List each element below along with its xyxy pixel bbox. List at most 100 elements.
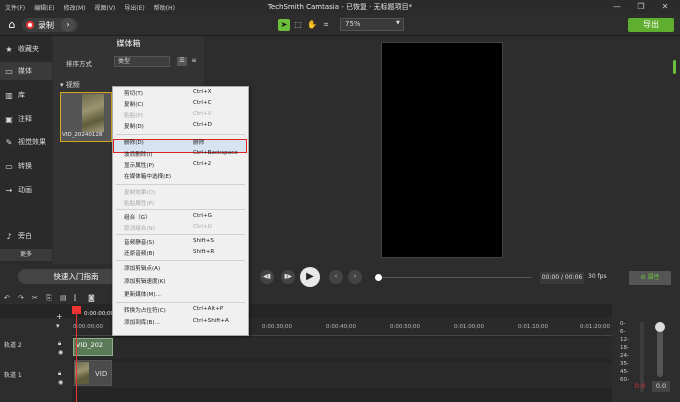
context-menu-item[interactable]: 删除(D) 删除 [112, 138, 249, 149]
context-menu-item[interactable]: 添加到库(B)... Ctrl+Shift+A [112, 318, 249, 329]
track-2[interactable] [72, 337, 612, 359]
snapshot-icon[interactable]: ◙ [88, 294, 95, 302]
preview-canvas[interactable] [381, 42, 503, 258]
scrollbar[interactable] [673, 60, 676, 74]
more-tab[interactable]: 更多 [0, 249, 52, 261]
eye-icon[interactable]: ◉ [58, 349, 63, 356]
menu-item-shortcut: Ctrl+U [193, 224, 212, 230]
home-icon[interactable]: ⌂ [4, 17, 20, 33]
crop-tool-icon[interactable]: ⌗ [320, 19, 332, 31]
paste-icon[interactable]: ▤ [60, 294, 67, 302]
thumbnail-image [82, 94, 104, 132]
menu-item-label: 取消组合(N) [124, 226, 155, 232]
lock-icon[interactable]: 🔒︎ [58, 340, 61, 348]
lock-icon[interactable]: 🔒︎ [58, 370, 61, 378]
context-menu-item[interactable]: 转换为占位符(C) Ctrl+Alt+P [112, 306, 249, 317]
meter-label: 6- [620, 329, 626, 335]
menu-item-label: 复制(D) [124, 124, 144, 130]
previous-icon[interactable]: ‹ [329, 270, 343, 284]
menu-item-label: 显示属性(P) [124, 163, 155, 169]
context-menu-item[interactable]: 显示属性(P) Ctrl+2 [112, 161, 249, 172]
list-view-icon[interactable]: ≡ [189, 57, 199, 66]
context-menu-item[interactable]: 添加剪辑速度(K) [112, 277, 249, 288]
context-menu-item[interactable]: 组合（G） Ctrl+G [112, 213, 249, 224]
clip-thumbnail [75, 362, 89, 384]
eye-icon[interactable]: ◉ [58, 379, 63, 386]
menu-item-label: 删除(D) [124, 140, 144, 146]
zoom-select[interactable]: 75% [340, 18, 404, 31]
sort-label: 排序方式 [66, 60, 92, 68]
maximize-button[interactable]: ❐ [631, 1, 651, 13]
scrubber-track[interactable] [382, 277, 532, 278]
track-1[interactable] [72, 362, 612, 388]
context-menu-item[interactable]: 添加剪辑点(A) [112, 264, 249, 275]
fps-readout: 30 fps [588, 273, 607, 280]
menu-modify[interactable]: 修改(M) [64, 3, 86, 12]
hand-tool-icon[interactable]: ✋ [306, 19, 318, 31]
context-menu-item[interactable]: 复制(D) Ctrl+D [112, 122, 249, 133]
menu-edit[interactable]: 编辑(E) [34, 3, 54, 12]
context-menu-item[interactable]: 剪切(T) Ctrl+X [112, 89, 249, 100]
menu-view[interactable]: 视图(V) [94, 3, 115, 12]
menu-item-shortcut: Ctrl+X [193, 89, 212, 95]
track-2-clip[interactable]: VID_202 [73, 338, 113, 356]
collapse-icon[interactable]: ▾ [56, 322, 60, 330]
sidebar-item-library[interactable]: ▥ 库 [0, 86, 52, 104]
sort-select[interactable]: 类型 [114, 56, 170, 67]
menu-item-shortcut: Shift+S [193, 238, 214, 244]
context-menu-item[interactable]: 在媒体箱中选择(E) [112, 172, 249, 183]
menu-help[interactable]: 帮助(H) [154, 3, 175, 12]
properties-button[interactable]: ⚙ 属性 [629, 271, 671, 285]
step-back-icon[interactable]: ◀▮ [260, 270, 274, 284]
sidebar-item-transitions[interactable]: ▭ 转换 [0, 157, 52, 175]
sidebar-item-favorites[interactable]: ★ 收藏夹 [0, 40, 52, 58]
export-button[interactable]: 导出 [628, 18, 674, 32]
menu-item-label: 添加到库(B)... [124, 320, 160, 326]
menu-item-shortcut: Ctrl+Shift+A [193, 318, 229, 324]
edit-nodes-icon[interactable]: ⬚ [292, 19, 304, 31]
add-track-icon[interactable]: + [56, 312, 63, 321]
sidebar-item-visual-effects[interactable]: ✎ 视觉效果 [0, 133, 52, 151]
next-icon[interactable]: › [348, 270, 362, 284]
redo-icon[interactable]: ↷ [18, 294, 24, 302]
menu-item-label: 波浪删除(I) [124, 152, 153, 158]
context-menu-item[interactable]: 更新媒体(M)... [112, 290, 249, 301]
sidebar-item-animations[interactable]: → 动画 [0, 181, 52, 199]
ruler-tick: 0:00:40;00 [326, 324, 357, 330]
videos-group-header[interactable]: ▾ 视频 [60, 80, 80, 90]
undo-icon[interactable]: ↶ [4, 294, 10, 302]
scrubber-handle[interactable] [375, 274, 382, 281]
chevron-right-icon[interactable]: › [61, 18, 75, 32]
cut-icon[interactable]: ✂ [32, 294, 38, 302]
close-button[interactable]: ✕ [655, 1, 675, 13]
menu-separator [116, 260, 245, 261]
playhead[interactable] [76, 306, 77, 402]
menu-export[interactable]: 导出(E) [124, 3, 144, 12]
playhead-time: 0:00:00;00 [84, 311, 115, 317]
copy-icon[interactable]: ⎘ [46, 294, 52, 303]
minimize-button[interactable]: — [607, 1, 627, 13]
step-forward-icon[interactable]: ▮▶ [281, 270, 295, 284]
thumbnail-view-icon[interactable]: ☰ [177, 57, 187, 66]
sidebar-item-media[interactable]: ▭ 媒体 [0, 62, 52, 80]
volume-readout[interactable]: 0.0 [652, 381, 670, 392]
context-menu-item[interactable]: 还原音频(B) Shift+R [112, 249, 249, 260]
ruler-tick: 0:00:30;00 [262, 324, 293, 330]
ruler-tick: 0:01:20;00 [580, 324, 610, 330]
menu-file[interactable]: 文件(F) [5, 3, 25, 12]
context-menu-item[interactable]: 波浪删除(I) Ctrl+Backspace [112, 150, 249, 161]
sidebar-item-annotations[interactable]: ▣ 注释 [0, 110, 52, 128]
sidebar-item-narration[interactable]: ♪ 旁白 [0, 227, 52, 245]
context-menu-item: 取消组合(N) Ctrl+U [112, 224, 249, 235]
volume-fader-knob[interactable] [655, 322, 665, 332]
play-button[interactable]: ▶ [300, 267, 320, 287]
ruler-tick: 0:01:10;00 [518, 324, 549, 330]
media-bin-title: 媒体箱 [116, 39, 141, 48]
context-menu-item[interactable]: 音频静音(S) Shift+S [112, 238, 249, 249]
menu-item-shortcut: Ctrl+G [193, 213, 212, 219]
clip-label: VID [95, 370, 108, 378]
context-menu-item[interactable]: 复制(C) Ctrl+C [112, 100, 249, 111]
split-icon[interactable]: ⫿ [74, 294, 76, 303]
arrow-tool-icon[interactable]: ➤ [278, 19, 290, 31]
sidebar-item-label: 收藏夹 [18, 45, 39, 53]
